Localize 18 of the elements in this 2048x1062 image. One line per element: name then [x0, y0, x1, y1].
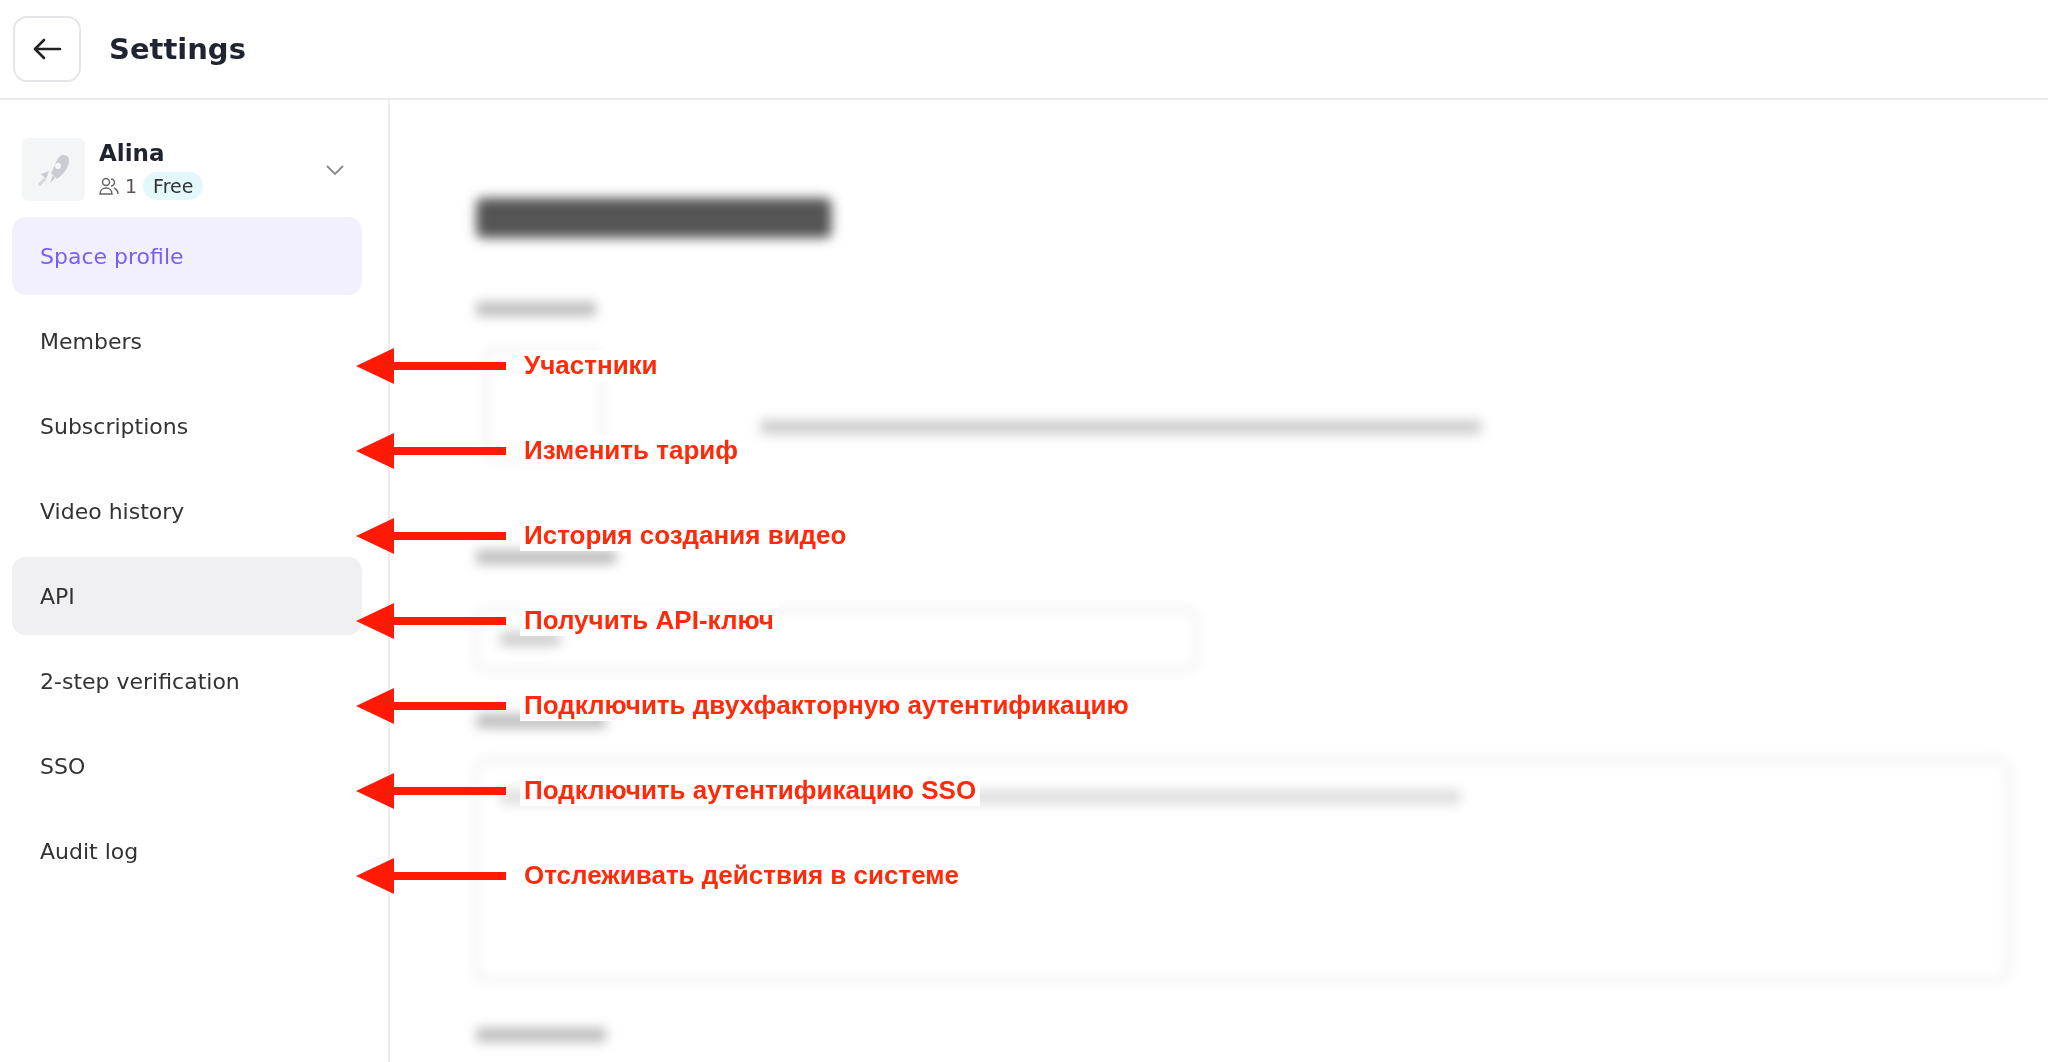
member-count: 1: [125, 174, 138, 197]
sidebar-item[interactable]: Members: [12, 302, 362, 380]
annotation-label: Получить API-ключ: [520, 605, 778, 636]
page-title: Settings: [109, 32, 246, 66]
plan-badge: Free: [143, 171, 204, 200]
sidebar-item[interactable]: Audit log: [12, 812, 362, 890]
rocket-avatar-icon: [22, 138, 85, 201]
space-name: Alina: [99, 139, 166, 166]
sidebar-item[interactable]: Video history: [12, 472, 362, 550]
back-button[interactable]: [13, 16, 81, 82]
sidebar-item[interactable]: SSO: [12, 727, 362, 805]
chevron-down-icon[interactable]: [326, 164, 344, 175]
sidebar-item[interactable]: 2-step verification: [12, 642, 362, 720]
people-icon: [99, 176, 119, 195]
sidebar-item[interactable]: Subscriptions: [12, 387, 362, 465]
sidebar-item[interactable]: API: [12, 557, 362, 635]
sidebar-item[interactable]: Space profile: [12, 217, 362, 295]
back-arrow-icon: [32, 38, 62, 60]
